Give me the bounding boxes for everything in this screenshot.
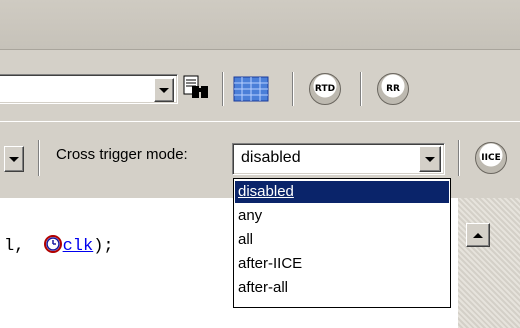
binoculars-icon [183,75,208,98]
dropdown-option-all[interactable]: all [235,229,449,251]
cross-trigger-mode-label: Cross trigger mode: [56,146,188,163]
rtd-icon: RTD [309,73,341,105]
clock-icon [43,234,63,260]
toolbar-separator [360,72,362,106]
toolbar-separator [222,72,224,106]
iice-icon: IICE [475,142,507,174]
rr-icon: RR [377,73,409,105]
rr-label: RR [386,84,400,94]
rr-button[interactable]: RR [374,70,412,108]
grid-view-icon [233,76,269,102]
toolbar-separator [292,72,294,106]
dropdown-option-after-iice[interactable]: after-IICE [235,253,449,275]
code-prefix: l, [4,237,25,256]
binoculars-button[interactable] [180,72,214,106]
grid-view-button[interactable] [232,74,270,104]
iice-button[interactable]: IICE [472,139,510,177]
cross-trigger-mode-value: disabled [241,149,301,166]
scroll-up-button[interactable] [466,223,490,247]
dropdown-option-after-all[interactable]: after-all [235,277,449,299]
code-suffix: ); [93,237,114,256]
search-combobox[interactable] [0,74,178,104]
toolbar-separator [458,140,460,176]
vertical-scrollbar[interactable] [458,198,520,328]
rtd-button[interactable]: RTD [306,70,344,108]
clk-link[interactable]: clk [63,237,94,256]
left-combobox-dropdown-button[interactable] [4,146,24,172]
dropdown-option-any[interactable]: any [235,205,449,227]
toolbar-separator [38,140,40,176]
cross-trigger-mode-dropdown-list: disabled any all after-IICE after-all [233,178,451,308]
title-strip [0,0,520,50]
iice-label: IICE [481,153,501,163]
search-combobox-dropdown-button[interactable] [154,78,174,102]
cross-trigger-mode-dropdown-button[interactable] [419,146,441,172]
dropdown-option-disabled[interactable]: disabled [235,181,449,203]
rtd-label: RTD [314,84,336,94]
code-line: l, clk); [4,234,114,260]
